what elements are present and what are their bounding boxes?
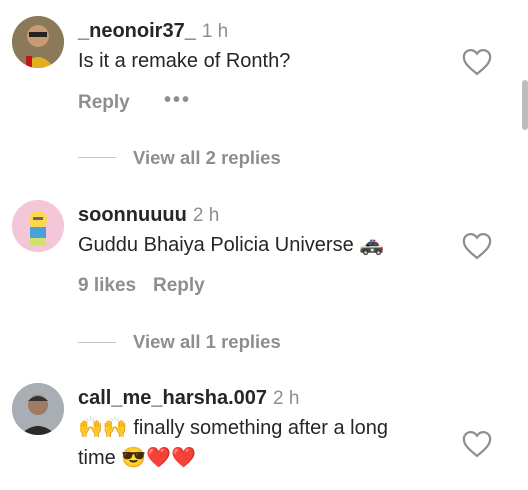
timestamp: 2 h — [192, 205, 220, 226]
more-options-icon[interactable]: ••• — [164, 89, 191, 112]
comment-text-line-2: time 😎❤️❤️ — [78, 447, 197, 469]
scrollbar-thumb[interactable] — [522, 80, 528, 130]
replies-divider — [78, 157, 116, 158]
avatar-image — [12, 383, 64, 435]
reply-button[interactable]: Reply — [78, 92, 130, 114]
avatar[interactable] — [12, 16, 64, 68]
comment-header: soonnuuuu 2 h — [78, 204, 219, 227]
view-replies-button[interactable]: View all 2 replies — [133, 147, 281, 169]
avatar[interactable] — [12, 383, 64, 435]
reply-button[interactable]: Reply — [153, 275, 205, 297]
replies-divider — [78, 342, 116, 343]
avatar[interactable] — [12, 200, 64, 252]
heart-outline-icon[interactable] — [462, 430, 492, 458]
username[interactable]: soonnuuuu — [78, 204, 187, 226]
comment-text: Is it a remake of Ronth? — [78, 50, 291, 72]
heart-outline-icon[interactable] — [462, 48, 492, 76]
username[interactable]: call_me_harsha.007 — [78, 387, 267, 409]
likes-count[interactable]: 9 likes — [78, 275, 136, 297]
avatar-image — [12, 16, 64, 68]
comment-header: _neonoir37_ 1 h — [78, 20, 228, 43]
heart-outline-icon[interactable] — [462, 232, 492, 260]
comment-text-line-1: 🙌🙌 finally something after a long — [78, 417, 388, 439]
avatar-image — [12, 200, 64, 252]
view-replies-button[interactable]: View all 1 replies — [133, 331, 281, 353]
timestamp: 2 h — [273, 388, 300, 409]
comment-text: Guddu Bhaiya Policia Universe 🚓 — [78, 234, 385, 256]
timestamp: 1 h — [201, 21, 229, 42]
comment-header: call_me_harsha.007 2 h — [78, 387, 299, 410]
username[interactable]: _neonoir37_ — [78, 20, 196, 42]
